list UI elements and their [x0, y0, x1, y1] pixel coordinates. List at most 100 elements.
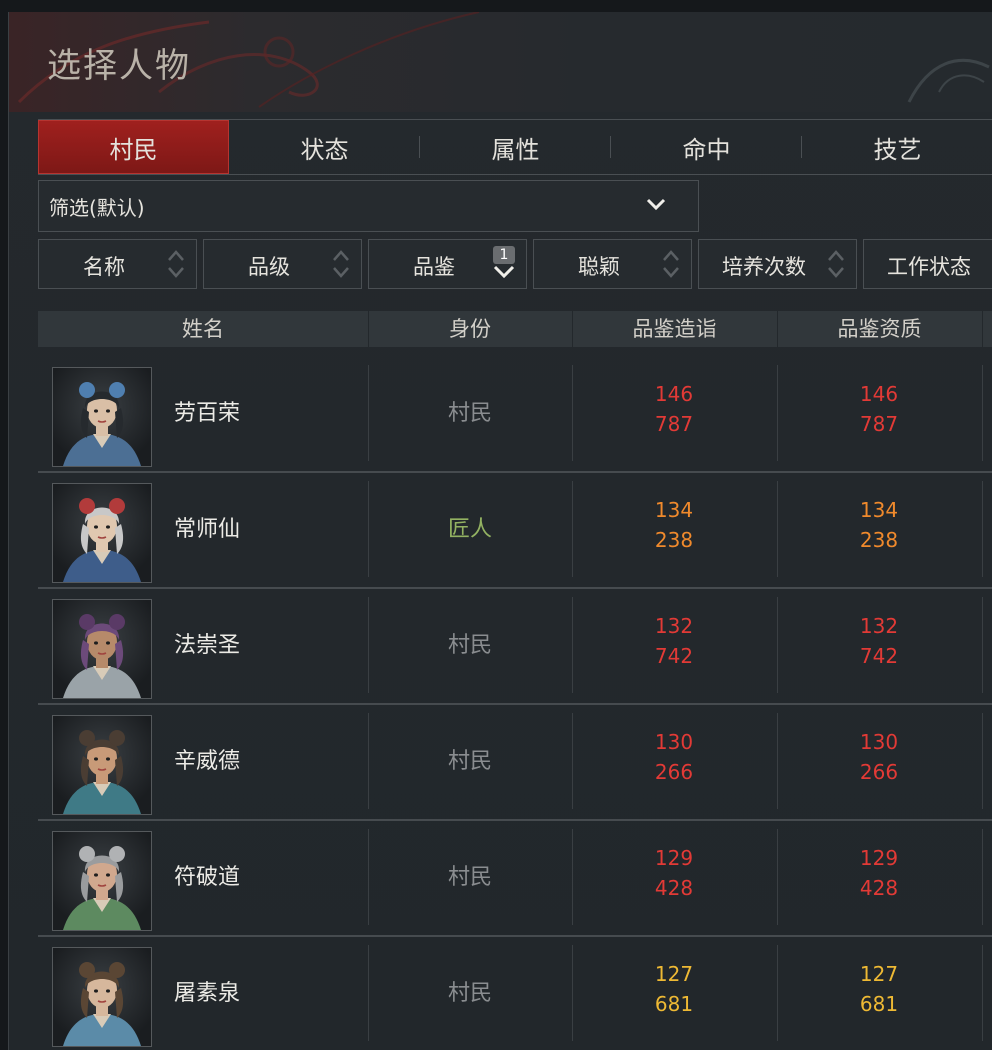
tab-skills[interactable]: 技艺	[802, 120, 992, 174]
tab-bar: 村民 状态 属性 命中 技艺	[38, 119, 992, 175]
appraisal-skill-current: 127	[654, 962, 694, 986]
character-role: 村民	[447, 401, 492, 426]
sort-button-intelligence[interactable]: 聪颖	[533, 239, 692, 289]
appraisal-aptitude-current: 146	[859, 382, 899, 406]
appraisal-skill-max: 428	[654, 876, 694, 900]
character-portrait	[52, 599, 152, 699]
page-title: 选择人物	[47, 46, 191, 86]
appraisal-skill-value: 129 428	[572, 843, 776, 903]
cell-divider	[982, 365, 983, 461]
column-header-appraisal-skill: 品鉴造诣	[632, 317, 717, 341]
appraisal-skill-current: 132	[654, 614, 694, 638]
character-name: 劳百荣	[174, 401, 241, 426]
appraisal-skill-max: 681	[654, 992, 694, 1016]
sort-priority-badge: 1	[493, 246, 515, 264]
filter-label: 筛选(默认)	[49, 195, 145, 220]
character-role: 匠人	[447, 517, 492, 542]
appraisal-aptitude-max: 238	[859, 528, 899, 552]
table-row[interactable]: 辛威德 村民 130 266 130 266	[38, 703, 992, 821]
tab-hit[interactable]: 命中	[611, 120, 802, 174]
character-name: 常师仙	[174, 517, 241, 542]
table-row[interactable]: 常师仙 匠人 134 238 134 238	[38, 471, 992, 589]
appraisal-skill-current: 134	[654, 498, 694, 522]
column-header-name: 姓名	[182, 317, 224, 341]
cell-divider	[982, 945, 983, 1041]
appraisal-aptitude-current: 129	[859, 846, 899, 870]
tab-label: 属性	[491, 135, 540, 164]
character-portrait	[52, 831, 152, 931]
character-portrait	[52, 947, 152, 1047]
sort-label: 聪颖	[578, 255, 620, 279]
character-role: 村民	[447, 865, 492, 890]
character-role: 村民	[447, 981, 492, 1006]
character-portrait	[52, 367, 152, 467]
table-row[interactable]: 屠素泉 村民 127 681 127 681	[38, 935, 992, 1050]
appraisal-aptitude-max: 428	[859, 876, 899, 900]
tab-attributes[interactable]: 属性	[420, 120, 611, 174]
appraisal-skill-current: 129	[654, 846, 694, 870]
character-name: 符破道	[174, 865, 241, 890]
appraisal-aptitude-max: 681	[859, 992, 899, 1016]
tab-label: 村民	[109, 135, 158, 164]
character-role: 村民	[447, 633, 492, 658]
appraisal-skill-value: 134 238	[572, 495, 776, 555]
portrait-icon	[53, 832, 151, 930]
appraisal-skill-current: 146	[654, 382, 694, 406]
character-role: 村民	[447, 749, 492, 774]
tab-label: 状态	[300, 135, 349, 164]
character-name: 辛威德	[174, 749, 241, 774]
appraisal-skill-value: 127 681	[572, 959, 776, 1019]
appraisal-skill-value: 130 266	[572, 727, 776, 787]
sort-desc-icon	[493, 265, 515, 279]
character-name: 屠素泉	[174, 981, 241, 1006]
sort-button-training-count[interactable]: 培养次数	[698, 239, 857, 289]
chevron-down-icon	[646, 198, 666, 211]
tab-label: 命中	[682, 135, 731, 164]
appraisal-skill-max: 742	[654, 644, 694, 668]
table-row[interactable]: 符破道 村民 129 428 129 428	[38, 819, 992, 937]
portrait-icon	[53, 716, 151, 814]
cell-divider	[982, 597, 983, 693]
sort-button-work-status[interactable]: 工作状态	[863, 239, 992, 289]
character-select-panel: 选择人物 村民 状态 属性 命中 技艺 筛选(默认) 名称 品级 品鉴 1 聪颖…	[8, 12, 992, 1050]
appraisal-skill-max: 787	[654, 412, 694, 436]
filter-dropdown[interactable]: 筛选(默认)	[38, 180, 699, 232]
column-header-appraisal-aptitude: 品鉴资质	[837, 317, 922, 341]
appraisal-aptitude-value: 146 787	[777, 379, 981, 439]
appraisal-aptitude-current: 130	[859, 730, 899, 754]
header-divider	[982, 311, 983, 347]
portrait-icon	[53, 948, 151, 1046]
sort-button-grade[interactable]: 品级	[203, 239, 362, 289]
appraisal-skill-max: 238	[654, 528, 694, 552]
sort-updown-icon	[663, 250, 679, 278]
appraisal-skill-current: 130	[654, 730, 694, 754]
sort-button-name[interactable]: 名称	[38, 239, 197, 289]
character-name: 法崇圣	[174, 633, 241, 658]
appraisal-aptitude-max: 742	[859, 644, 899, 668]
appraisal-aptitude-value: 127 681	[777, 959, 981, 1019]
portrait-icon	[53, 368, 151, 466]
cell-divider	[982, 481, 983, 577]
sort-updown-icon	[168, 250, 184, 278]
sort-button-appraisal[interactable]: 品鉴 1	[368, 239, 527, 289]
character-portrait	[52, 483, 152, 583]
sort-updown-icon	[333, 250, 349, 278]
sort-bar: 名称 品级 品鉴 1 聪颖 培养次数 工作状态	[38, 239, 992, 289]
table-row[interactable]: 劳百荣 村民 146 787 146 787	[38, 355, 992, 473]
character-portrait	[52, 715, 152, 815]
sort-label: 品鉴	[413, 255, 455, 279]
table-row[interactable]: 法崇圣 村民 132 742 132 742	[38, 587, 992, 705]
tab-label: 技艺	[873, 135, 922, 164]
appraisal-aptitude-value: 132 742	[777, 611, 981, 671]
column-header-role: 身份	[449, 317, 491, 341]
appraisal-aptitude-current: 127	[859, 962, 899, 986]
sort-label: 品级	[248, 255, 290, 279]
appraisal-aptitude-max: 787	[859, 412, 899, 436]
appraisal-aptitude-value: 130 266	[777, 727, 981, 787]
tab-villagers[interactable]: 村民	[38, 120, 229, 174]
tab-status[interactable]: 状态	[229, 120, 420, 174]
sort-updown-icon	[828, 250, 844, 278]
appraisal-aptitude-current: 134	[859, 498, 899, 522]
appraisal-aptitude-max: 266	[859, 760, 899, 784]
cell-divider	[982, 713, 983, 809]
